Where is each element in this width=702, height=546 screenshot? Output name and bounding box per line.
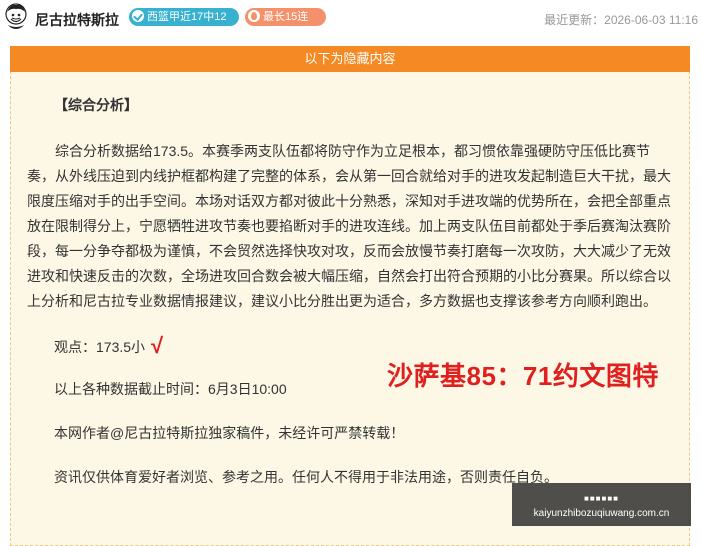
watermark-top: ■■■■■■ <box>584 494 619 503</box>
match-score-overlay: 沙萨基85：71约文图特 <box>387 361 659 391</box>
section-title: 【综合分析】 <box>54 97 138 113</box>
article-body: 【综合分析】 综合分析数据给173.5。本赛季两支队伍都将防守作为立足根本，都习… <box>27 93 672 490</box>
flame-icon <box>248 10 260 22</box>
viewpoint-text: 观点：173.5小 <box>54 339 146 355</box>
recent-record-label: 西篮甲近17中12 <box>147 11 227 23</box>
check-icon <box>132 10 144 22</box>
analysis-paragraph: 综合分析数据给173.5。本赛季两支队伍都将防守作为立足根本，都习惯依靠强硬防守… <box>27 143 671 309</box>
viewpoint-line: 观点：173.5小 √ <box>27 333 672 358</box>
hidden-content-banner: 以下为隐藏内容 <box>10 46 690 72</box>
article-header: 尼古拉特斯拉 西篮甲近17中12 最长15连红 最近更新：2026-06-03 … <box>0 0 702 41</box>
author-name[interactable]: 尼古拉特斯拉 <box>35 10 119 30</box>
author-avatar[interactable] <box>5 3 27 29</box>
copyright-notice: 本网作者@尼古拉特斯拉独家稿件，未经许可严禁转载！ <box>54 425 405 441</box>
site-watermark: ■■■■■■ kaiyunzhibozuqiuwang.com.cn <box>512 483 691 526</box>
check-mark: √ <box>151 333 164 358</box>
recent-record-badge: 西篮甲近17中12 <box>129 8 239 26</box>
last-updated: 最近更新：2026-06-03 11:16 <box>544 13 698 27</box>
author-avatar-icon <box>5 3 27 29</box>
watermark-url: kaiyunzhibozuqiuwang.com.cn <box>533 508 670 519</box>
streak-badge: 最长15连红 <box>245 8 326 41</box>
